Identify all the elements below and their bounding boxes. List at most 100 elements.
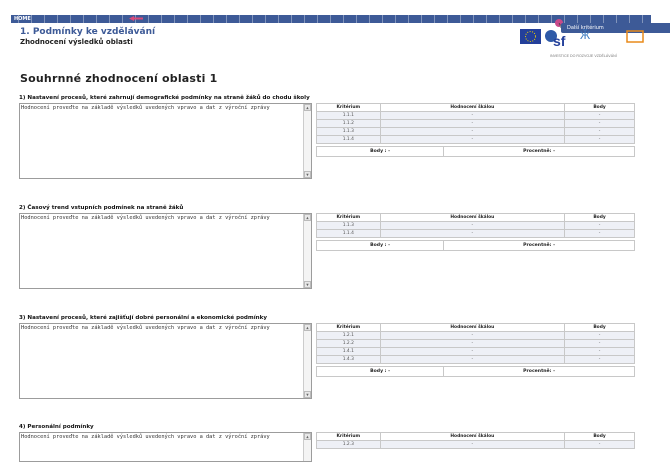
cell-criterion: 1.2.2 [316,339,381,348]
cell-rating: - [379,111,566,120]
section-title: 1) Nastavení procesů, které zahrnují dem… [19,95,310,101]
evaluation-textarea[interactable]: Hodnocení proveďte na základě výsledků u… [19,103,312,179]
table-row: 1.4.3- - [316,355,635,364]
summary-points: Body : - [315,240,445,251]
criteria-table: Kritérium Hodnocení škálou Body 1.1.1- -1.1.… [316,103,635,144]
textarea-scrollbar[interactable]: ▲ [303,433,311,461]
summary-percent: Procentně: - [443,366,635,377]
cell-criterion: 1.1.4 [316,229,381,238]
table-row: 1.4.1- - [316,347,635,356]
criteria-table: Kritérium Hodnocení škálou Body 1.1.3- -1.1.… [316,213,635,238]
project-logos: sf Ӂ INVESTICE DO ROZVOJE VZDĚLÁVÁNÍ [520,29,644,58]
scroll-down-icon[interactable]: ▼ [304,281,311,288]
criteria-table: Kritérium Hodnocení škálou Body 1.2.3- - [316,432,635,449]
scroll-up-icon[interactable]: ▲ [304,324,311,331]
summary-percent: Procentně: - [443,240,635,251]
textarea-scrollbar[interactable]: ▲ ▼ [303,214,311,288]
home-link[interactable]: HOME [14,15,31,23]
column-header-points: Body [564,432,635,441]
textarea-text: Hodnocení proveďte na základě výsledků u… [21,105,270,111]
chapter-title: 1. Podmínky ke vzdělávání [20,27,156,37]
evaluation-section: 3) Nastavení procesů, které zajišťují do… [19,315,649,399]
column-header-rating: Hodnocení škálou [379,432,566,441]
cell-rating: - [379,347,566,356]
cell-criterion: 1.1.1 [316,111,381,120]
evaluation-textarea[interactable]: Hodnocení proveďte na základě výsledků u… [19,432,312,462]
svg-text:sf: sf [553,33,566,49]
cell-rating: - [379,355,566,364]
textarea-scrollbar[interactable]: ▲ ▼ [303,104,311,178]
column-header-criterion: Kritérium [316,213,381,222]
cell-points: - [564,229,635,238]
cell-criterion: 1.4.3 [316,355,381,364]
scroll-up-icon[interactable]: ▲ [304,214,311,221]
column-header-criterion: Kritérium [316,323,381,332]
cell-criterion: 1.2.3 [316,440,381,449]
textarea-scrollbar[interactable]: ▲ ▼ [303,324,311,398]
cell-rating: - [379,440,566,449]
table-row: 1.1.4- - [316,135,635,144]
column-header-rating: Hodnocení škálou [379,323,566,332]
table-row: 1.2.1- - [316,331,635,340]
table-row: 1.2.2- - [316,339,635,348]
evaluation-section: 4) Personální podmínky Hodnocení proveďte… [19,424,649,462]
scroll-up-icon[interactable]: ▲ [304,433,311,440]
column-header-rating: Hodnocení škálou [379,213,566,222]
cell-points: - [564,440,635,449]
scroll-down-icon[interactable]: ▼ [304,391,311,398]
summary-percent: Procentně: - [443,146,635,157]
scroll-up-icon[interactable]: ▲ [304,104,311,111]
section-title: 3) Nastavení procesů, které zajišťují do… [19,315,268,321]
svg-text:Ӂ: Ӂ [580,29,590,42]
table-row: 1.1.2- - [316,119,635,128]
table-row: 1.1.4- - [316,229,635,238]
table-row: 1.1.3- - [316,127,635,136]
cell-criterion: 1.1.3 [316,221,381,230]
cell-criterion: 1.1.2 [316,119,381,128]
esf-logo-icon: sf [545,30,566,49]
column-header-points: Body [564,103,635,112]
summary-table: Body : - Procentně: - [315,240,635,251]
cell-points: - [564,331,635,340]
msmt-logo-icon: Ӂ [580,29,590,42]
cell-points: - [564,339,635,348]
summary-points: Body : - [315,366,445,377]
textarea-text: Hodnocení proveďte na základě výsledků u… [21,434,270,440]
chapter-subtitle: Zhodnocení výsledků oblasti [20,38,133,46]
column-header-criterion: Kritérium [316,432,381,441]
cell-rating: - [379,339,566,348]
op-logo-icon [626,30,644,43]
table-row: 1.2.3- - [316,440,635,449]
cell-points: - [564,135,635,144]
evaluation-section: 1) Nastavení procesů, které zahrnují dem… [19,95,649,179]
cell-rating: - [379,331,566,340]
page-header: 1. Podmínky ke vzdělávání Zhodnocení výs… [20,27,155,46]
scroll-down-icon[interactable]: ▼ [304,171,311,178]
cell-rating: - [379,135,566,144]
evaluation-textarea[interactable]: Hodnocení proveďte na základě výsledků u… [19,323,312,399]
evaluation-textarea[interactable]: Hodnocení proveďte na základě výsledků u… [19,213,312,289]
cell-rating: - [379,221,566,230]
column-header-criterion: Kritérium [316,103,381,112]
cell-points: - [564,111,635,120]
cell-rating: - [379,127,566,136]
cell-points: - [564,127,635,136]
cell-points: - [564,355,635,364]
summary-table: Body : - Procentně: - [315,146,635,157]
section-title: 4) Personální podmínky [19,424,94,430]
column-header-points: Body [564,213,635,222]
cell-criterion: 1.1.3 [316,127,381,136]
cell-criterion: 1.2.1 [316,331,381,340]
cell-rating: - [379,229,566,238]
summary-table: Body : - Procentně: - [315,366,635,377]
cell-points: - [564,119,635,128]
table-row: 1.1.1- - [316,111,635,120]
cell-criterion: 1.4.1 [316,347,381,356]
section-title: 2) Časový trend vstupních podmínek na st… [19,205,184,211]
column-header-rating: Hodnocení škálou [379,103,566,112]
back-arrow-icon[interactable] [129,16,143,21]
textarea-text: Hodnocení proveďte na základě výsledků u… [21,215,270,221]
table-row: 1.1.3- - [316,221,635,230]
evaluation-section: 2) Časový trend vstupních podmínek na st… [19,205,649,289]
column-header-points: Body [564,323,635,332]
